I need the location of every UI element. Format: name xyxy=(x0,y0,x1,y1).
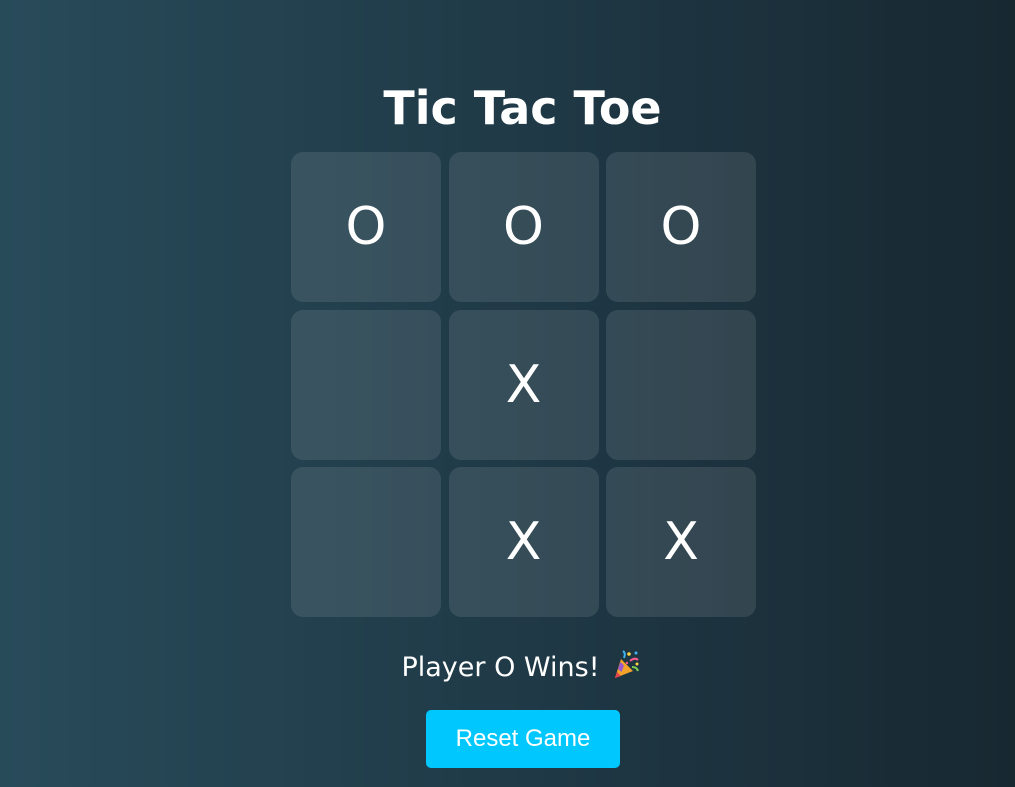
board-cell-6[interactable] xyxy=(606,309,756,460)
board-cell-8[interactable]: X xyxy=(448,467,599,617)
status-text: Player O Wins! xyxy=(401,652,600,683)
party-popper-icon xyxy=(612,650,640,680)
board-cell-3[interactable]: O xyxy=(606,152,756,302)
board-cell-9[interactable]: X xyxy=(606,467,756,617)
game-page: { "game": { "title": "Tic Tac Toe", "boa… xyxy=(0,0,1015,787)
game-board: O O O X X X xyxy=(291,152,756,617)
reset-game-button[interactable]: Reset Game xyxy=(426,710,620,768)
board-cell-1[interactable]: O xyxy=(291,152,441,302)
board-cell-2[interactable]: O xyxy=(448,152,599,302)
game-status: Player O Wins! xyxy=(0,650,1015,686)
board-cell-4[interactable] xyxy=(291,309,441,460)
board-cell-5[interactable]: X xyxy=(448,309,599,460)
game-title: Tic Tac Toe xyxy=(383,81,662,135)
board-cell-7[interactable] xyxy=(291,467,441,617)
